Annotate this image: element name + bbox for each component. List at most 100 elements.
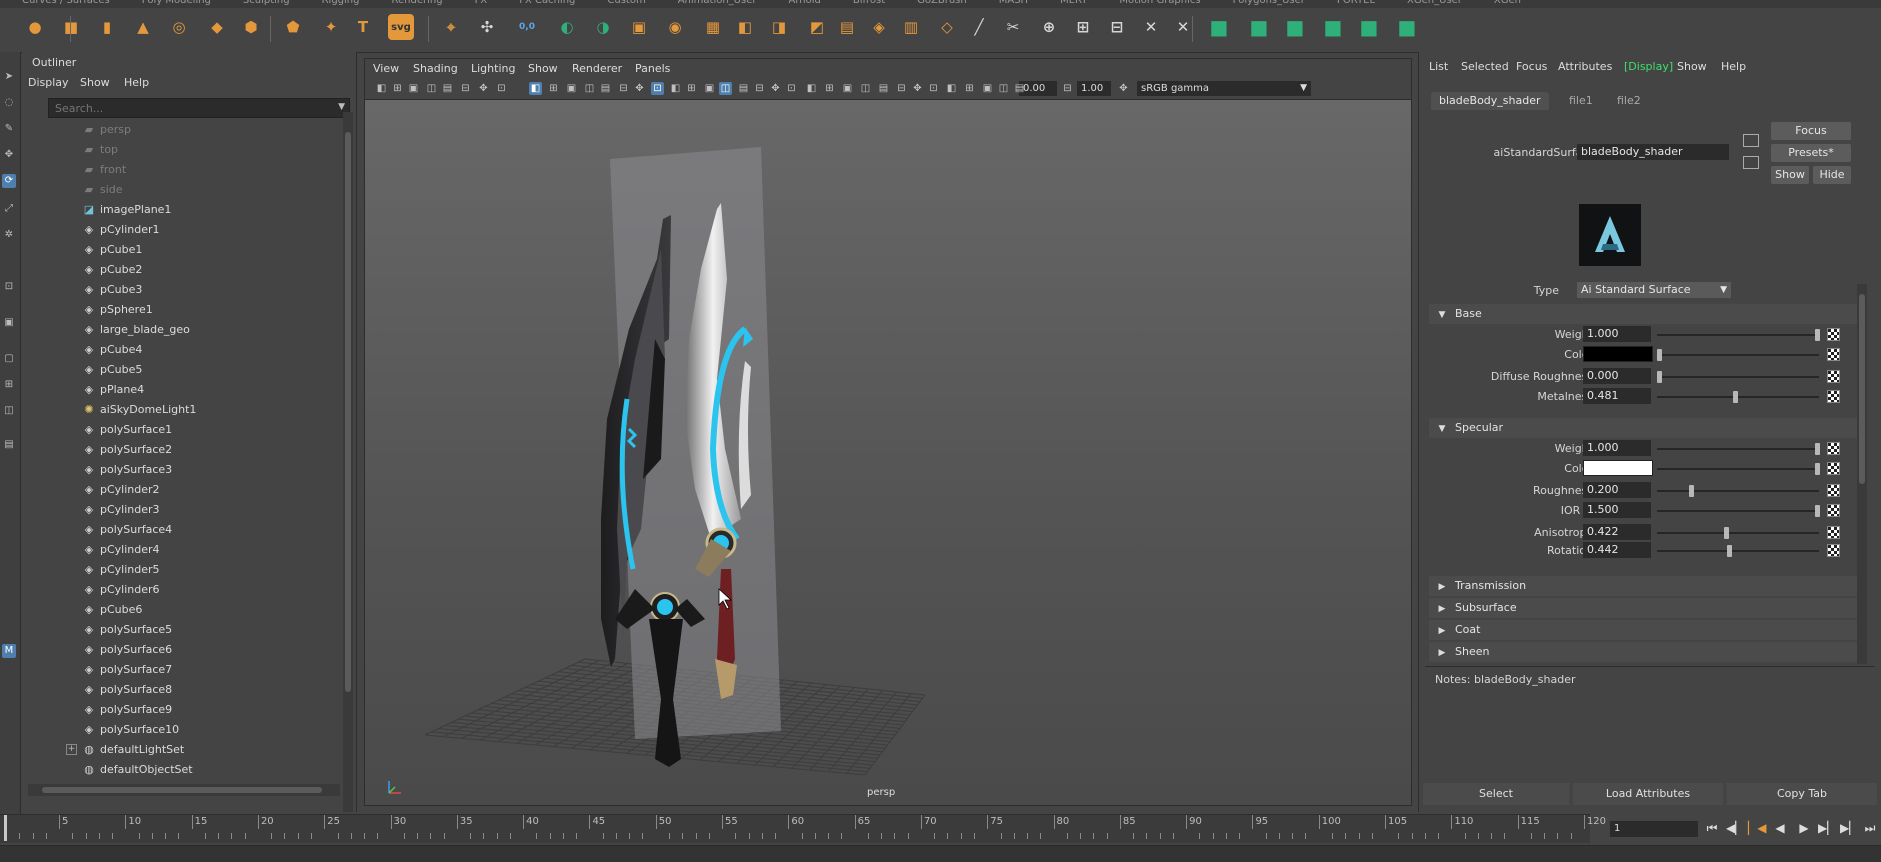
map-button-icon[interactable] <box>1827 348 1840 361</box>
viewport-tool-icon[interactable]: ▤ <box>877 82 890 95</box>
outliner-item[interactable]: ◈ pCube5 <box>42 360 364 380</box>
paint-select-icon[interactable]: ✎ <box>2 122 16 136</box>
maya-logo-icon[interactable]: M <box>2 644 16 658</box>
tab-bladebody-shader[interactable]: bladeBody_shader <box>1431 92 1549 110</box>
slider-handle[interactable] <box>1815 329 1820 341</box>
outliner-item[interactable]: ▰ top <box>42 140 364 160</box>
viewport-tool-icon[interactable]: ▣ <box>841 82 854 95</box>
base-metalness-field[interactable]: 0.481 <box>1583 388 1651 404</box>
bevel2-icon[interactable]: ◈ <box>866 14 892 40</box>
snap-point-icon[interactable]: 0,0 <box>514 14 540 40</box>
outliner-item[interactable]: ◪ imagePlane1 <box>42 200 364 220</box>
shelf-tab[interactable]: Poly Modeling <box>142 0 211 6</box>
shelf-tab[interactable]: MASH <box>999 0 1028 6</box>
play-forwards-icon[interactable]: ▶ <box>1796 820 1812 836</box>
shelf-tab[interactable]: FX <box>475 0 488 6</box>
viewport-tool-icon[interactable]: ⊡ <box>495 82 508 95</box>
specular-ior-slider[interactable] <box>1657 505 1820 517</box>
slider-handle[interactable] <box>1732 391 1738 403</box>
viewport-menu-lighting[interactable]: Lighting <box>471 62 515 75</box>
ae-menu-attributes[interactable]: Attributes <box>1558 60 1612 73</box>
viewport-menu-renderer[interactable]: Renderer <box>572 62 622 75</box>
outliner-item[interactable]: ◈ pCylinder1 <box>42 220 364 240</box>
outliner-item[interactable]: ◈ large_blade_geo <box>42 320 364 340</box>
green-cube-5-icon[interactable]: ■ <box>1356 14 1382 40</box>
copy-tab-button[interactable]: Copy Tab <box>1727 783 1877 805</box>
star-icon[interactable]: ✦ <box>318 14 344 40</box>
select-arrow-icon[interactable]: ➤ <box>2 70 16 84</box>
viewport-tool-icon[interactable]: ◧ <box>945 82 958 95</box>
expand-icon[interactable]: + <box>66 744 77 755</box>
viewport-tool-icon[interactable]: ⊞ <box>547 82 560 95</box>
map-button-icon[interactable] <box>1827 544 1840 557</box>
green-cube-6-icon[interactable]: ■ <box>1394 14 1420 40</box>
notes-area[interactable]: Notes: bladeBody_shader <box>1425 666 1875 779</box>
tab-file2[interactable]: file2 <box>1609 92 1649 110</box>
shelf-tab[interactable]: Rigging <box>322 0 360 6</box>
ae-menu-display[interactable]: [Display] <box>1624 60 1673 73</box>
ae-menu-show[interactable]: Show <box>1677 60 1707 73</box>
shelf-tab[interactable]: XGen <box>1494 0 1521 6</box>
outliner-item[interactable]: ◈ pCylinder3 <box>42 500 364 520</box>
bridge2-icon[interactable]: ▥ <box>898 14 924 40</box>
viewport-tool-icon[interactable]: ◧ <box>805 82 818 95</box>
attribute-editor-scrollbar[interactable] <box>1857 284 1867 664</box>
viewport-tool-icon[interactable]: ⊞ <box>391 82 404 95</box>
viewport-tool-icon[interactable]: ⊞ <box>823 82 836 95</box>
slider-handle[interactable] <box>1657 349 1662 361</box>
scene-canvas[interactable] <box>365 99 1411 805</box>
viewport-tool-icon[interactable]: ▤ <box>599 82 612 95</box>
quad-draw-icon[interactable]: ⊞ <box>1070 14 1096 40</box>
separate-icon[interactable]: ◑ <box>590 14 616 40</box>
step-forward-frame-icon[interactable]: ▶▏ <box>1840 820 1858 836</box>
insert-edge-icon[interactable]: ╱ <box>966 14 992 40</box>
viewport-tool-icon[interactable]: ✥ <box>633 82 646 95</box>
time-slider[interactable]: 5 10 15 20 25 30 35 40 45 50 55 60 65 70 75 80 85 90 95 100… <box>0 814 1606 843</box>
outliner-item[interactable]: ◈ polySurface8 <box>42 680 364 700</box>
bevel-icon[interactable]: ⌖ <box>438 14 464 40</box>
viewport-tool-icon[interactable]: ▣ <box>565 82 578 95</box>
viewport-menu-shading[interactable]: Shading <box>413 62 458 75</box>
specular-anisotropy-slider[interactable] <box>1657 527 1819 539</box>
outliner-item[interactable]: + ◍ defaultLightSet <box>42 740 364 760</box>
viewport-tool-icon[interactable]: ▣ <box>703 82 716 95</box>
soft-mod-icon[interactable]: ✲ <box>2 228 16 242</box>
current-time-marker[interactable] <box>4 815 7 841</box>
section-specular[interactable]: ▼ Specular <box>1429 418 1865 438</box>
tab-file1[interactable]: file1 <box>1561 92 1601 110</box>
map-button-icon[interactable] <box>1827 328 1840 341</box>
viewport-tool-icon[interactable]: ▤ <box>737 82 750 95</box>
outliner-horizontal-scrollbar[interactable] <box>28 784 340 796</box>
outliner-item[interactable]: ◈ pCube4 <box>42 340 364 360</box>
go-to-start-icon[interactable]: ⏮ <box>1704 820 1720 836</box>
viewport-tool-icon[interactable]: ◧ <box>669 82 682 95</box>
outliner-item[interactable]: ◈ polySurface7 <box>42 660 364 680</box>
step-back-frame-icon[interactable]: ◀▏ <box>1726 820 1744 836</box>
extrude-icon[interactable]: ▤ <box>834 14 860 40</box>
unfold-icon[interactable]: ✕ <box>1138 14 1164 40</box>
load-attributes-button[interactable]: Load Attributes <box>1573 783 1723 805</box>
colorspace-dropdown[interactable]: sRGB gamma ▼ <box>1137 81 1311 96</box>
go-to-end-icon[interactable]: ⏭ <box>1862 820 1878 836</box>
viewport-tool-icon[interactable]: ▣ <box>407 82 420 95</box>
map-button-icon[interactable] <box>1827 442 1840 455</box>
slider-handle[interactable] <box>1815 505 1820 517</box>
show-manipulator-icon[interactable]: ⊡ <box>2 280 16 294</box>
target-weld-icon[interactable]: ⊕ <box>1036 14 1062 40</box>
specular-roughness-field[interactable]: 0.200 <box>1583 482 1651 498</box>
map-button-icon[interactable] <box>1827 462 1840 475</box>
viewport-tool-icon[interactable]: ⊞ <box>963 82 976 95</box>
outliner-item[interactable]: ◈ polySurface1 <box>42 420 364 440</box>
ae-menu-help[interactable]: Help <box>1721 60 1746 73</box>
viewport-tool-icon[interactable]: ✥ <box>477 82 490 95</box>
ae-menu-list[interactable]: List <box>1429 60 1448 73</box>
outliner-item[interactable]: ✺ aiSkyDomeLight1 <box>42 400 364 420</box>
green-cube-3-icon[interactable]: ■ <box>1282 14 1308 40</box>
viewport-menu-view[interactable]: View <box>373 62 399 75</box>
combine-icon[interactable]: ◐ <box>554 14 580 40</box>
outliner-item[interactable]: ◈ pPlane4 <box>42 380 364 400</box>
specular-rotation-slider[interactable] <box>1657 545 1819 557</box>
type-dropdown[interactable]: Ai Standard Surface ▼ <box>1577 282 1731 298</box>
shelf-tab[interactable]: MERT <box>1060 0 1087 6</box>
rotate-icon[interactable]: ⟳ <box>2 174 16 188</box>
